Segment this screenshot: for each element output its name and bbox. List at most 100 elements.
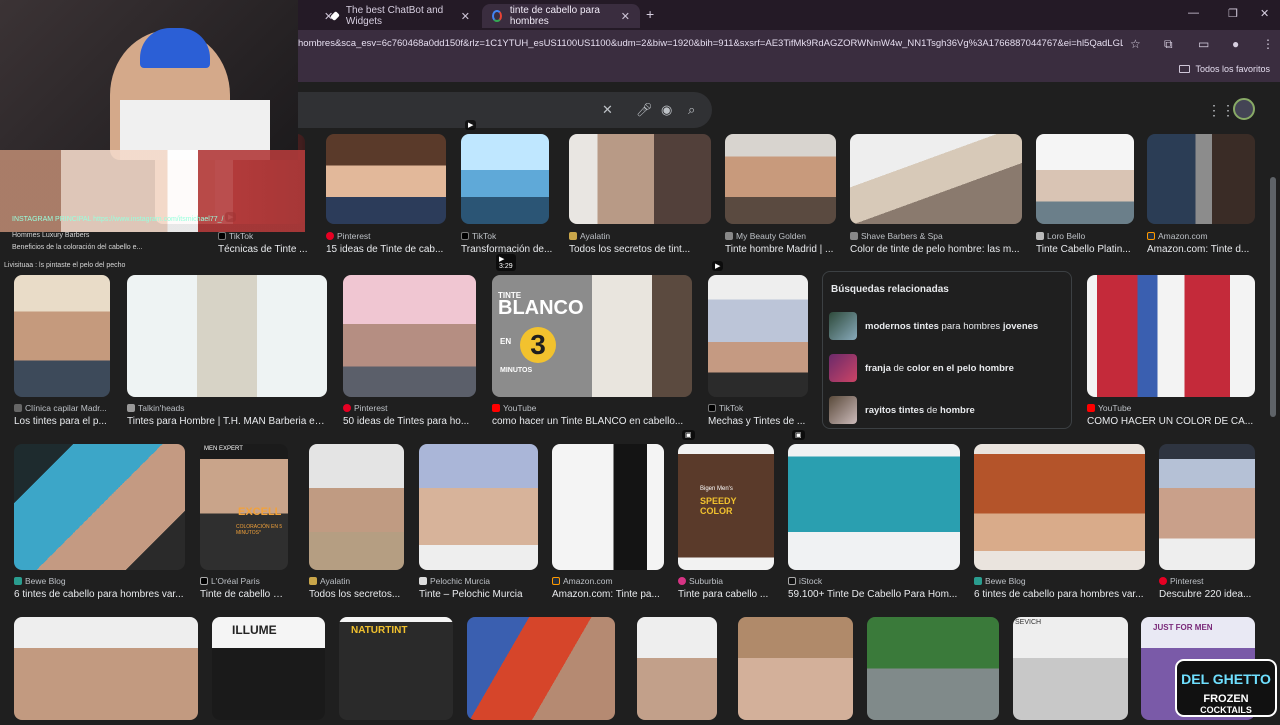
close-icon[interactable]: ✕: [461, 10, 470, 23]
result-title[interactable]: Tinte Cabello Platin...: [1036, 244, 1134, 255]
result-source: Ayalatin: [569, 231, 711, 241]
clear-icon[interactable]: ✕: [602, 102, 613, 118]
result-title[interactable]: Tinte – Pelochic Murcia: [419, 589, 538, 600]
result-image[interactable]: [14, 617, 198, 720]
star-icon[interactable]: ☆: [1130, 37, 1141, 51]
svg-text:FROZEN: FROZEN: [1203, 693, 1248, 705]
result-image[interactable]: [974, 444, 1145, 570]
result-title[interactable]: como hacer un Tinte BLANCO en cabello...: [492, 416, 692, 427]
result-title[interactable]: Tinte hombre Madrid | ...: [725, 244, 837, 255]
video-icon: ▶: [465, 120, 477, 130]
result-image[interactable]: Bigen Men's SPEEDY COLOR: [678, 444, 774, 570]
mic-icon[interactable]: 🎤︎: [636, 102, 653, 118]
result-source: Amazon.com: [1147, 231, 1255, 241]
site-icon: [14, 404, 22, 412]
search-icon[interactable]: ⌕: [688, 102, 695, 118]
result-image[interactable]: [867, 617, 999, 720]
result-image[interactable]: [788, 444, 960, 570]
result-title[interactable]: Todos los secretos...: [309, 589, 404, 600]
result-title[interactable]: Todos los secretos de tint...: [569, 244, 711, 255]
chat-line: Hommes Luxury Barbers: [12, 232, 90, 239]
chat-line: Beneficios de la coloración del cabello …: [12, 244, 143, 251]
sidepanel-icon[interactable]: ▭: [1198, 37, 1209, 51]
result-image[interactable]: [1087, 275, 1255, 397]
result-title[interactable]: Tinte para cabello ...: [678, 589, 774, 600]
result-image[interactable]: [343, 275, 476, 397]
result-image[interactable]: [309, 444, 404, 570]
result-image[interactable]: [1147, 134, 1255, 224]
google-icon: [492, 10, 502, 22]
chat-line: INSTAGRAM PRINCIPAL https://www.instagra…: [12, 216, 224, 223]
result-image[interactable]: [326, 134, 446, 224]
window-close-icon[interactable]: ✕: [1260, 7, 1269, 20]
profile-icon[interactable]: ●: [1232, 37, 1239, 51]
result-title[interactable]: 59.100+ Tinte De Cabello Para Hom...: [788, 589, 960, 600]
result-image[interactable]: [637, 617, 717, 720]
address-bar[interactable]: hombres&sca_esv=6c760468a0dd150f&rlz=1C1…: [298, 30, 1280, 58]
result-title[interactable]: 6 tintes de cabello para hombres var...: [974, 589, 1145, 600]
close-icon[interactable]: ✕: [621, 10, 630, 23]
result-title[interactable]: Técnicas de Tinte ...: [218, 244, 308, 255]
lens-icon[interactable]: ◉: [661, 102, 672, 118]
folder-icon: [1179, 65, 1191, 73]
result-image[interactable]: [461, 134, 549, 224]
result-image[interactable]: [738, 617, 853, 720]
product-label: COLORACIÓN EN 5 MINUTOS*: [236, 524, 283, 536]
result-image[interactable]: [419, 444, 538, 570]
result-title[interactable]: Color de tinte de pelo hombre: las m...: [850, 244, 1022, 255]
result-image[interactable]: [1036, 134, 1134, 224]
minimize-icon[interactable]: —: [1188, 7, 1199, 19]
result-source: Amazon.com: [552, 576, 664, 586]
tab-chatbot[interactable]: The best ChatBot and Widgets ✕: [322, 4, 480, 28]
site-icon: [974, 577, 982, 585]
result-image[interactable]: [1159, 444, 1255, 570]
result-source: Pelochic Murcia: [419, 576, 538, 586]
result-title[interactable]: Amazon.com: Tinte d...: [1147, 244, 1255, 255]
result-image[interactable]: NATURTINT: [339, 617, 453, 720]
related-item[interactable]: rayitos tintes de hombre: [829, 394, 1069, 426]
result-image[interactable]: [552, 444, 664, 570]
result-image[interactable]: [14, 275, 110, 397]
result-source: Bewe Blog: [974, 576, 1145, 586]
site-icon: [725, 232, 733, 240]
result-image[interactable]: [569, 134, 711, 224]
extensions-icon[interactable]: ⧉: [1164, 37, 1173, 52]
result-image[interactable]: MEN EXPERT EXCELL COLORACIÓN EN 5 MINUTO…: [200, 444, 288, 570]
url-text[interactable]: hombres&sca_esv=6c760468a0dd150f&rlz=1C1…: [298, 38, 1123, 49]
result-image[interactable]: TINTE BLANCO EN 3 MINUTOS: [492, 275, 692, 397]
avatar[interactable]: [1233, 98, 1255, 120]
result-image[interactable]: ILLUME: [212, 617, 325, 720]
result-title[interactable]: Tintes para Hombre | T.H. MAN Barberia e…: [127, 416, 327, 427]
menu-icon[interactable]: ⋮: [1262, 37, 1274, 51]
maximize-icon[interactable]: ❐: [1228, 7, 1238, 20]
new-tab-icon[interactable]: +: [646, 6, 654, 22]
result-image[interactable]: [467, 617, 615, 720]
result-source: TikTok: [461, 231, 561, 241]
result-title[interactable]: Tinte de cabello pa...: [200, 589, 288, 600]
result-image[interactable]: [725, 134, 836, 224]
chatbot-tab-icon: [330, 11, 340, 21]
result-image[interactable]: [850, 134, 1022, 224]
gallery-icon: ▣: [792, 430, 805, 440]
site-icon: [850, 232, 858, 240]
tab-label: The best ChatBot and Widgets: [345, 5, 444, 27]
result-title[interactable]: COMO HACER UN COLOR DE CA...: [1087, 416, 1255, 427]
result-title[interactable]: 15 ideas de Tinte de cab...: [326, 244, 446, 255]
result-image[interactable]: [127, 275, 327, 397]
result-title[interactable]: Mechas y Tintes de ...: [708, 416, 808, 427]
result-title[interactable]: Amazon.com: Tinte pa...: [552, 589, 664, 600]
related-item[interactable]: franja de color en el pelo hombre: [829, 352, 1069, 384]
result-title[interactable]: Los tintes para el p...: [14, 416, 110, 427]
result-image[interactable]: [14, 444, 185, 570]
search-input[interactable]: ✕ 🎤︎ ◉ ⌕: [298, 92, 712, 128]
result-title[interactable]: 6 tintes de cabello para hombres var...: [14, 589, 185, 600]
result-image[interactable]: SEVICH: [1013, 617, 1128, 720]
scrollbar[interactable]: [1270, 177, 1276, 417]
result-title[interactable]: Descubre 220 idea...: [1159, 589, 1255, 600]
result-image[interactable]: [708, 275, 808, 397]
result-title[interactable]: 50 ideas de Tintes para ho...: [343, 416, 476, 427]
related-item[interactable]: modernos tintes para hombres jovenes: [829, 310, 1069, 342]
related-heading: Búsquedas relacionadas: [831, 284, 949, 295]
tab-search[interactable]: tinte de cabello para hombres ✕: [482, 4, 640, 28]
all-favorites[interactable]: Todos los favoritos: [1179, 64, 1270, 74]
